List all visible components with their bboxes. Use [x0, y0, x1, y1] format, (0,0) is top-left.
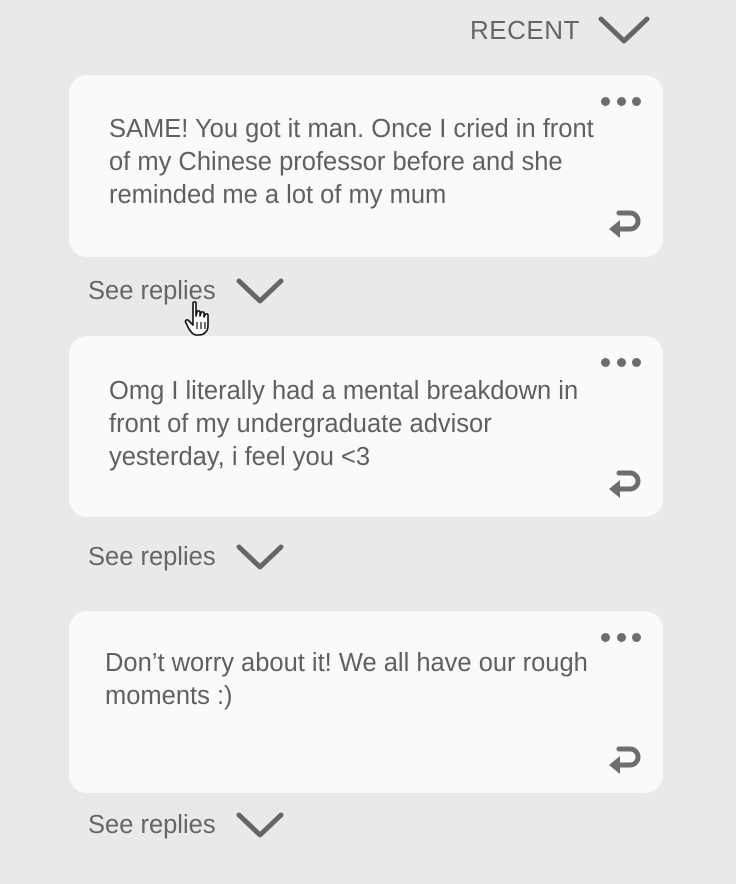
- reply-icon[interactable]: [607, 207, 641, 239]
- more-options-icon[interactable]: [601, 354, 641, 370]
- chevron-down-icon: [236, 544, 284, 570]
- comment-card: Omg I literally had a mental breakdown i…: [69, 336, 663, 517]
- see-replies-label: See replies: [88, 810, 216, 839]
- comment-text: SAME! You got it man. Once I cried in fr…: [109, 115, 594, 209]
- chevron-down-icon: [236, 812, 284, 838]
- see-replies-label: See replies: [88, 542, 216, 571]
- comment-text: Don’t worry about it! We all have our ro…: [105, 649, 588, 710]
- sort-label: RECENT: [470, 14, 580, 45]
- comment-card: SAME! You got it man. Once I cried in fr…: [69, 75, 663, 257]
- sort-dropdown[interactable]: RECENT: [470, 12, 670, 48]
- chevron-down-icon: [236, 278, 284, 304]
- hand-pointer-cursor-icon: [184, 301, 209, 336]
- reply-icon[interactable]: [607, 743, 641, 775]
- see-replies-toggle[interactable]: See replies: [88, 808, 284, 842]
- chevron-down-icon: [598, 16, 650, 44]
- comment-card: Don’t worry about it! We all have our ro…: [69, 611, 663, 793]
- more-options-icon[interactable]: [601, 629, 641, 645]
- see-replies-toggle[interactable]: See replies: [88, 540, 284, 574]
- more-options-icon[interactable]: [601, 93, 641, 109]
- reply-icon[interactable]: [607, 467, 641, 499]
- comment-text: Omg I literally had a mental breakdown i…: [109, 377, 579, 471]
